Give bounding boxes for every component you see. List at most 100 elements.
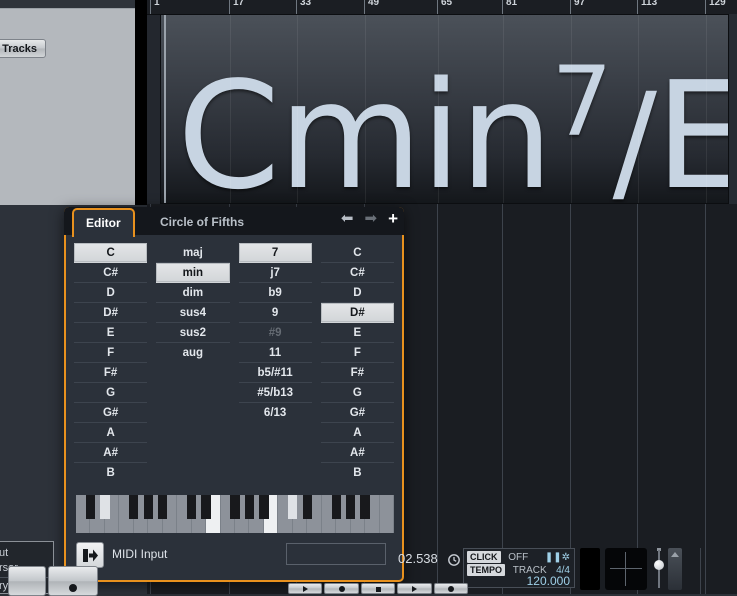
chord-type-column-item-aug[interactable]: aug <box>156 343 229 363</box>
piano-black-key[interactable] <box>187 495 197 519</box>
bass-note-column-item-D[interactable]: D <box>320 283 394 303</box>
root-note-column-item-E[interactable]: E <box>74 323 148 343</box>
root-note-column-item-Ds[interactable]: D# <box>74 303 148 323</box>
root-note-column-item-D[interactable]: D <box>74 283 148 303</box>
arrow-left-icon[interactable]: ⬅ <box>341 211 354 226</box>
tab-circle-of-fifths[interactable]: Circle of Fifths <box>148 210 256 235</box>
arrow-right-icon[interactable]: ➡ <box>364 211 377 226</box>
transport-button-stop[interactable] <box>360 583 396 594</box>
transport-info-panel[interactable]: CLICK OFF ❚❚✲ TEMPO TRACK 4/4 120.000 <box>463 548 575 588</box>
transport-button-play[interactable] <box>397 583 432 594</box>
piano-black-key[interactable] <box>85 495 96 519</box>
bass-note-column-item-C[interactable]: C <box>320 243 394 263</box>
restored-tracks-button[interactable]: tored Tracks <box>0 39 46 58</box>
tab-editor[interactable]: Editor <box>72 208 135 237</box>
piano-black-key[interactable] <box>244 495 255 519</box>
chord-editor-window[interactable]: Editor Circle of Fifths ⬅ ➡ + C C# D D# E F F#… <box>64 207 404 582</box>
root-note-column-item-A[interactable]: A <box>74 423 148 443</box>
midi-input-icon[interactable] <box>76 542 104 568</box>
tension-column-item-6s13[interactable]: 6/13 <box>239 403 312 423</box>
tension-column-item-j7[interactable]: j7 <box>238 263 312 283</box>
piano-black-key[interactable] <box>259 495 269 519</box>
ruler-tick: 33 <box>296 0 311 14</box>
piano-black-key[interactable] <box>331 495 341 519</box>
bass-note-column-item-Fs[interactable]: F# <box>320 363 394 383</box>
tension-column-item-11[interactable]: 11 <box>238 343 312 363</box>
piano-black-key[interactable] <box>230 495 240 519</box>
editor-nav-icons: ⬅ ➡ + <box>341 210 398 227</box>
bass-note-column-item-As[interactable]: A# <box>320 443 394 463</box>
transport-button-record[interactable] <box>433 583 469 594</box>
left-gutter <box>135 0 147 205</box>
chord-type-column-item-dim[interactable]: dim <box>156 283 230 303</box>
root-note-column-item-Fs[interactable]: F# <box>74 363 148 383</box>
editor-body: C C# D D# E F F# G G# A A# B maj min dim sus4 sus2 aug 7… <box>66 235 402 580</box>
bass-note-column-item-Cs[interactable]: C# <box>320 263 394 283</box>
volume-fader[interactable] <box>652 548 666 590</box>
chord-type-column-item-min[interactable]: min <box>156 263 230 283</box>
piano-white-key[interactable] <box>379 495 394 533</box>
root-note-column[interactable]: C C# D D# E F F# G G# A A# B <box>74 243 148 487</box>
bottom-grid-lines <box>686 548 737 594</box>
fader-knob[interactable] <box>654 560 664 570</box>
bass-note-column-item-G[interactable]: G <box>320 383 394 403</box>
chord-type-column-item-sus4[interactable]: sus4 <box>156 303 230 323</box>
piano-black-key[interactable] <box>302 495 312 519</box>
piano-black-key[interactable] <box>288 495 298 519</box>
piano-black-key[interactable] <box>129 495 139 519</box>
piano-black-key[interactable] <box>143 495 153 519</box>
piano-black-key[interactable] <box>100 495 110 519</box>
tension-column-item-s9[interactable]: #9 <box>238 323 312 343</box>
bass-note-column-item-Gs[interactable]: G# <box>320 403 394 423</box>
metronome-icon[interactable]: ❚❚✲ <box>545 551 570 564</box>
chord-symbol-display[interactable]: Cmin7/E♭ <box>160 14 729 204</box>
root-note-column-item-As[interactable]: A# <box>74 443 148 463</box>
bass-note-column-item-A[interactable]: A <box>320 423 394 443</box>
ruler-tick-label: 113 <box>641 0 658 8</box>
fader-side-button[interactable] <box>668 548 682 590</box>
root-note-column-item-F[interactable]: F <box>74 343 148 363</box>
display-gridline <box>365 15 366 203</box>
root-note-column-item-Gs[interactable]: G# <box>74 403 148 423</box>
chord-type-column-item-sus2[interactable]: sus2 <box>156 323 230 343</box>
bass-note-column-item-F[interactable]: F <box>320 343 394 363</box>
tension-column[interactable]: 7 j7 b9 9 #9 11 b5/#11 #5/b13 6/13 <box>238 243 312 487</box>
root-note-column-item-C[interactable]: C <box>74 243 148 263</box>
tension-column-item-b9[interactable]: b9 <box>238 283 312 303</box>
tension-column-item-7[interactable]: 7 <box>238 243 312 263</box>
bass-note-column-item-B[interactable]: B <box>321 463 394 483</box>
piano-black-key[interactable] <box>360 495 370 519</box>
pan-grid-horizontal <box>610 568 642 569</box>
midi-input-field[interactable] <box>286 543 386 565</box>
timeline-ruler[interactable]: 1 17 33 49 65 81 97 113 129 <box>147 0 737 15</box>
tension-column-item-9[interactable]: 9 <box>238 303 312 323</box>
transport-pad-button-1[interactable] <box>8 566 46 596</box>
tension-column-item-b5ss11[interactable]: b5/#11 <box>238 363 312 383</box>
context-menu-item[interactable]: ut <box>0 546 53 561</box>
bass-note-column-item-Ds[interactable]: D# <box>320 303 394 323</box>
chord-type-column-item-maj[interactable]: maj <box>156 243 230 263</box>
tension-column-item-s5sb13[interactable]: #5/b13 <box>238 383 312 403</box>
display-gridline <box>297 15 298 203</box>
transport-button-cycle[interactable] <box>324 583 359 594</box>
midi-input-label: MIDI Input <box>112 547 168 561</box>
root-note-column-item-B[interactable]: B <box>74 463 147 483</box>
piano-black-key[interactable] <box>346 495 356 519</box>
piano-black-key[interactable] <box>201 495 211 519</box>
click-chip[interactable]: CLICK <box>467 551 501 563</box>
transport-button-prev[interactable] <box>288 583 323 594</box>
piano-black-key[interactable] <box>158 495 168 519</box>
time-readout[interactable]: 02.538 <box>398 551 460 569</box>
time-readout-value: 02.538 <box>398 551 438 566</box>
pan-display[interactable] <box>605 548 647 590</box>
chord-bass-text: E <box>655 50 728 203</box>
midi-input-row: MIDI Input <box>76 541 392 571</box>
bass-note-column[interactable]: C C# D D# E F F# G G# A A# B <box>320 243 394 487</box>
piano-keyboard[interactable] <box>76 495 394 533</box>
bass-note-column-item-E[interactable]: E <box>320 323 394 343</box>
root-note-column-item-Cs[interactable]: C# <box>74 263 148 283</box>
plus-icon[interactable]: + <box>388 210 398 227</box>
root-note-column-item-G[interactable]: G <box>74 383 148 403</box>
chord-type-column[interactable]: maj min dim sus4 sus2 aug <box>156 243 230 487</box>
transport-pad-button-2[interactable] <box>48 566 98 596</box>
